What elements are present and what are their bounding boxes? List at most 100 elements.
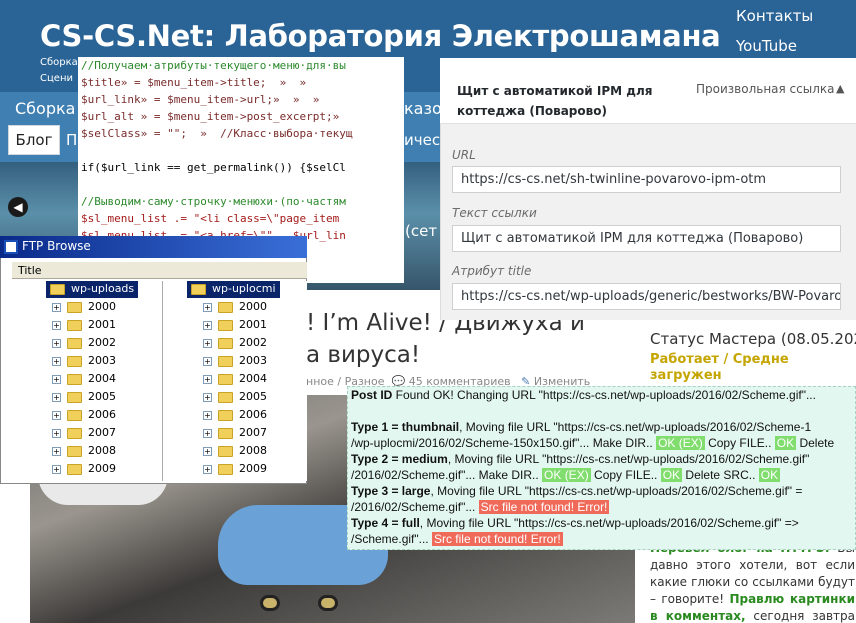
url-label: URL [452,148,476,162]
collapse-caret-icon[interactable]: ▲ [836,82,844,95]
expand-plus-icon[interactable]: + [203,446,212,456]
folder-icon [67,427,82,439]
expand-plus-icon[interactable]: + [52,320,61,330]
expand-plus-icon[interactable]: + [203,302,212,312]
expand-plus-icon[interactable]: + [203,374,212,384]
ftp-folder-name: 2006 [88,408,116,421]
log-line: Type 3 = large, Moving file URL "https:/… [351,483,855,499]
folder-icon [218,391,233,403]
nav-tab-next[interactable]: П [66,131,77,149]
menu-item-title: Щит с автоматикой IPM для коттеджа (Пова… [457,84,653,118]
ftp-folder-row[interactable]: +2008 [203,444,267,462]
folder-icon [218,463,233,475]
log-type-label: Type 3 = large [351,484,431,498]
ftp-tree-left: wp-uploads +2000 +2001 +2002 +2003 +2004 +200… [12,281,157,481]
top-link-contacts[interactable]: Контакты [736,7,813,25]
ftp-root-folder[interactable]: wp-uploads [46,281,139,298]
slider-prev-arrow-icon[interactable]: ◀ [8,197,28,217]
ftp-folder-name: 2005 [88,390,116,403]
code-line: //Выводим·саму·строчку·менюхи·(по·частям [81,195,346,208]
ftp-folder-row[interactable]: +2009 [203,462,267,480]
log-text: Copy FILE.. [704,436,775,450]
ftp-folder-row[interactable]: +2001 [52,318,116,336]
nav-item-assembly[interactable]: Сборка [15,99,75,118]
ftp-folder-row[interactable]: +2004 [203,372,267,390]
ftp-folder-name: 2009 [88,462,116,475]
ok-badge: OK [758,468,781,482]
code-line: if($url_link == get_permalink()) {$selCl [81,161,346,174]
ftp-column-title[interactable]: Title [18,264,42,277]
nav-tab-blog[interactable]: Блог [8,125,60,155]
folder-icon [67,391,82,403]
ok-badge: OK [774,436,797,450]
ftp-folder-name: 2003 [88,354,116,367]
top-link-youtube[interactable]: YouTube [736,37,797,55]
title-attribute-input[interactable]: https://cs-cs.net/wp-uploads/generic/bes… [452,283,841,310]
folder-icon [218,301,233,313]
ftp-folder-row[interactable]: +2006 [52,408,116,426]
ftp-folder-name: 2009 [239,462,267,475]
ftp-folder-name: 2008 [88,444,116,457]
expand-plus-icon[interactable]: + [203,320,212,330]
log-text: /2016/02/Scheme.gif"... [351,500,479,514]
site-subtitle-1: Сборка [40,57,78,68]
ftp-folder-row[interactable]: +2007 [52,426,116,444]
site-subtitle-2: Сцени [40,73,73,84]
ftp-folder-row[interactable]: +2003 [52,354,116,372]
post-title-line-2[interactable]: а вируса! [306,342,420,368]
ftp-folder-row[interactable]: +2004 [52,372,116,390]
link-text-label: Текст ссылки [452,206,537,220]
sidebar-announcement: Перевел блог на HTTPS! Вы давно этого хо… [650,540,855,623]
expand-plus-icon[interactable]: + [52,392,61,402]
expand-plus-icon[interactable]: + [203,428,212,438]
site-title[interactable]: CS-CS.Net: Лаборатория Электрошамана [40,19,721,53]
ftp-folder-name: 2008 [239,444,267,457]
ftp-folder-row[interactable]: +2000 [203,300,267,318]
ftp-folder-row[interactable]: +2002 [52,336,116,354]
ftp-root-folder[interactable]: wp-uplocmi [187,281,280,298]
log-text: /2016/02/Scheme.gif"... Make DIR.. [351,468,543,482]
ftp-folder-row[interactable]: +2008 [52,444,116,462]
expand-plus-icon[interactable]: + [203,464,212,474]
url-input[interactable]: https://cs-cs.net/sh-twinline-povarovo-i… [452,166,841,193]
folder-icon [218,373,233,385]
ftp-folder-name: 2007 [88,426,116,439]
ftp-folder-row[interactable]: +2006 [203,408,267,426]
expand-plus-icon[interactable]: + [203,338,212,348]
link-text-input[interactable]: Щит с автоматикой IPM для коттеджа (Пова… [452,225,841,252]
ftp-folder-row[interactable]: +2007 [203,426,267,444]
log-line: Type 1 = thumbnail, Moving file URL "htt… [351,419,855,435]
ftp-folder-name: 2001 [88,318,116,331]
expand-plus-icon[interactable]: + [52,374,61,384]
ftp-folder-row[interactable]: +2000 [52,300,116,318]
folder-icon [67,319,82,331]
expand-plus-icon[interactable]: + [52,356,61,366]
expand-plus-icon[interactable]: + [52,302,61,312]
nav-item-fragment-1[interactable]: казо [404,99,440,118]
ftp-folder-name: 2006 [239,408,267,421]
ftp-folder-row[interactable]: +2005 [203,390,267,408]
ftp-folder-row[interactable]: +2005 [52,390,116,408]
expand-plus-icon[interactable]: + [52,428,61,438]
ftp-folder-row[interactable]: +2003 [203,354,267,372]
expand-plus-icon[interactable]: + [203,392,212,402]
ftp-folder-name: 2002 [239,336,267,349]
log-line: /wp-uplocmi/2016/02/Scheme-150x150.gif".… [351,435,855,451]
log-line: Type 4 = full, Moving file URL "https://… [351,515,855,531]
ftp-column-header[interactable] [12,262,307,279]
ftp-tree-right: wp-uplocmi +2000 +2001 +2002 +2003 +2004 +200… [162,281,307,481]
error-badge: Src file not found! Error! [478,500,610,514]
folder-icon [218,409,233,421]
nav-item-fragment-2[interactable]: ичес [404,131,440,149]
ftp-folder-row[interactable]: +2002 [203,336,267,354]
photo-cat-eye [260,595,280,611]
ftp-folder-row[interactable]: +2009 [52,462,116,480]
ftp-folder-row[interactable]: +2001 [203,318,267,336]
expand-plus-icon[interactable]: + [203,356,212,366]
expand-plus-icon[interactable]: + [52,446,61,456]
log-text: Delete [796,436,835,450]
expand-plus-icon[interactable]: + [203,410,212,420]
expand-plus-icon[interactable]: + [52,410,61,420]
expand-plus-icon[interactable]: + [52,338,61,348]
expand-plus-icon[interactable]: + [52,464,61,474]
